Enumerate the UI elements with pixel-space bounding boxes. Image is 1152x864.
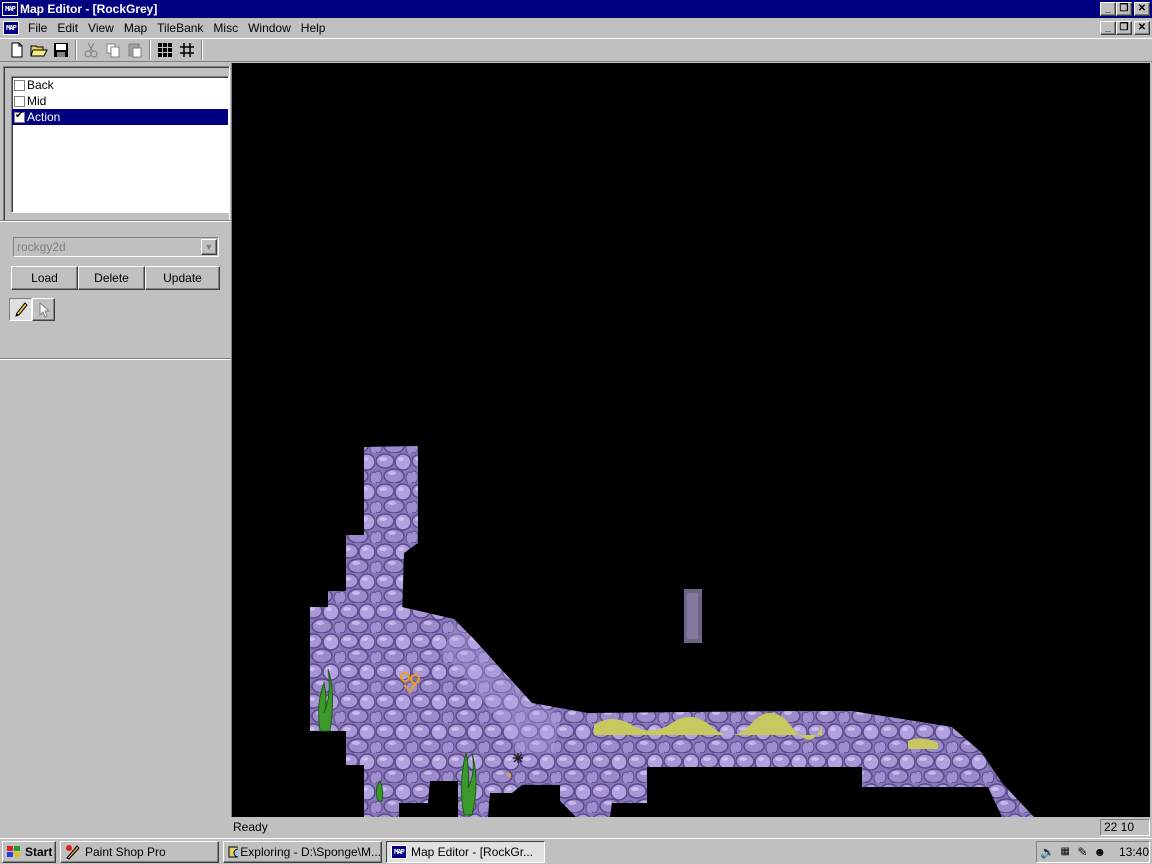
update-button[interactable]: Update <box>145 266 220 290</box>
task-label: Exploring - D:\Sponge\M... <box>240 845 381 859</box>
windows-logo-icon <box>7 846 20 857</box>
paint-shop-icon <box>66 845 80 860</box>
menu-file[interactable]: File <box>23 21 52 35</box>
layer-checkbox-action[interactable] <box>14 110 25 123</box>
document-icon[interactable]: MAP <box>3 21 19 35</box>
status-text: Ready <box>233 820 268 834</box>
title-bar[interactable]: MAP Map Editor - [RockGrey] _ ❐ ✕ <box>0 0 1152 18</box>
system-tray: 🔈 ▦ ✎ ☻ 13:40 <box>1036 841 1150 863</box>
tilebank-select[interactable]: rockgy2d ▼ <box>13 237 219 257</box>
toolbar-separator <box>201 40 203 60</box>
task-paint-shop-pro[interactable]: Paint Shop Pro <box>60 841 219 863</box>
grid-lines-icon[interactable] <box>176 39 198 61</box>
menu-window[interactable]: Window <box>243 21 296 35</box>
doc-close-button[interactable]: ✕ <box>1134 21 1150 35</box>
map-editor-icon: MAP <box>391 845 407 859</box>
minimize-button[interactable]: _ <box>1100 2 1116 16</box>
grid-tiles-icon[interactable] <box>154 39 176 61</box>
pencil-tool-button[interactable] <box>9 298 32 321</box>
task-exploring[interactable]: Exploring - D:\Sponge\M... <box>223 841 382 863</box>
layer-item-action[interactable]: Action <box>12 109 228 125</box>
start-label: Start <box>25 845 53 859</box>
doc-restore-button[interactable]: ❐ <box>1116 21 1132 35</box>
clock: 13:40 <box>1118 845 1150 859</box>
menu-view[interactable]: View <box>83 21 119 35</box>
pointer-tool-button[interactable] <box>32 298 55 321</box>
paste-icon[interactable] <box>124 39 146 61</box>
toolbar-separator <box>75 40 77 60</box>
layer-checkbox-mid[interactable] <box>14 95 25 107</box>
rock-terrain <box>310 446 1034 817</box>
menu-map[interactable]: Map <box>119 21 152 35</box>
panel-divider <box>0 220 232 222</box>
menu-edit[interactable]: Edit <box>52 21 83 35</box>
layer-label: Back <box>27 78 54 92</box>
doc-minimize-button[interactable]: _ <box>1100 21 1116 35</box>
restore-button[interactable]: ❐ <box>1116 2 1132 16</box>
menu-misc[interactable]: Misc <box>208 21 243 35</box>
status-bar: Ready 22 10 <box>0 817 1152 838</box>
user-tray-icon[interactable]: ☻ <box>1093 844 1107 860</box>
explorer-icon <box>228 846 239 858</box>
map-canvas[interactable] <box>232 63 1150 817</box>
pencil-icon <box>14 301 28 317</box>
save-icon[interactable] <box>50 39 72 61</box>
task-label: Paint Shop Pro <box>85 845 166 859</box>
left-panel: Back Mid Action rockgy2d ▼ Load Delete U… <box>0 63 232 817</box>
task-label: Map Editor - [RockGr... <box>411 845 534 859</box>
new-file-icon[interactable] <box>6 39 28 61</box>
speaker-icon[interactable]: 🔈 <box>1040 844 1055 860</box>
cut-icon[interactable] <box>80 39 102 61</box>
toolbar <box>0 38 1152 62</box>
menu-bar: MAP File Edit View Map TileBank Misc Win… <box>0 18 1152 38</box>
panel-divider <box>0 358 232 360</box>
pencil-tray-icon[interactable]: ✎ <box>1075 844 1089 860</box>
layer-item-mid[interactable]: Mid <box>12 93 228 109</box>
layer-item-back[interactable]: Back <box>12 77 228 93</box>
copy-icon[interactable] <box>102 39 124 61</box>
map-view <box>310 446 1034 817</box>
tilebank-select-value: rockgy2d <box>17 240 66 254</box>
load-button[interactable]: Load <box>11 266 78 290</box>
map-editor-app-icon[interactable]: MAP <box>2 2 18 16</box>
coordinate-readout: 22 10 <box>1100 819 1150 836</box>
chevron-down-icon[interactable]: ▼ <box>201 239 217 255</box>
window-title: Map Editor - [RockGrey] <box>20 2 158 16</box>
layer-label: Action <box>27 110 61 124</box>
open-folder-icon[interactable] <box>28 39 50 61</box>
pointer-icon <box>39 301 50 318</box>
menu-tilebank[interactable]: TileBank <box>152 21 208 35</box>
task-map-editor[interactable]: MAP Map Editor - [RockGr... <box>386 841 545 863</box>
taskbar: Start Paint Shop Pro Exploring - D:\Spon… <box>0 838 1152 864</box>
close-button[interactable]: ✕ <box>1134 2 1150 16</box>
menu-help[interactable]: Help <box>296 21 331 35</box>
toolbar-separator <box>149 40 151 60</box>
layer-list[interactable]: Back Mid Action <box>11 76 229 213</box>
layer-checkbox-back[interactable] <box>14 79 25 91</box>
delete-button[interactable]: Delete <box>78 266 145 290</box>
network-icon[interactable]: ▦ <box>1058 844 1072 860</box>
start-button[interactable]: Start <box>2 841 56 863</box>
layer-label: Mid <box>27 94 47 108</box>
